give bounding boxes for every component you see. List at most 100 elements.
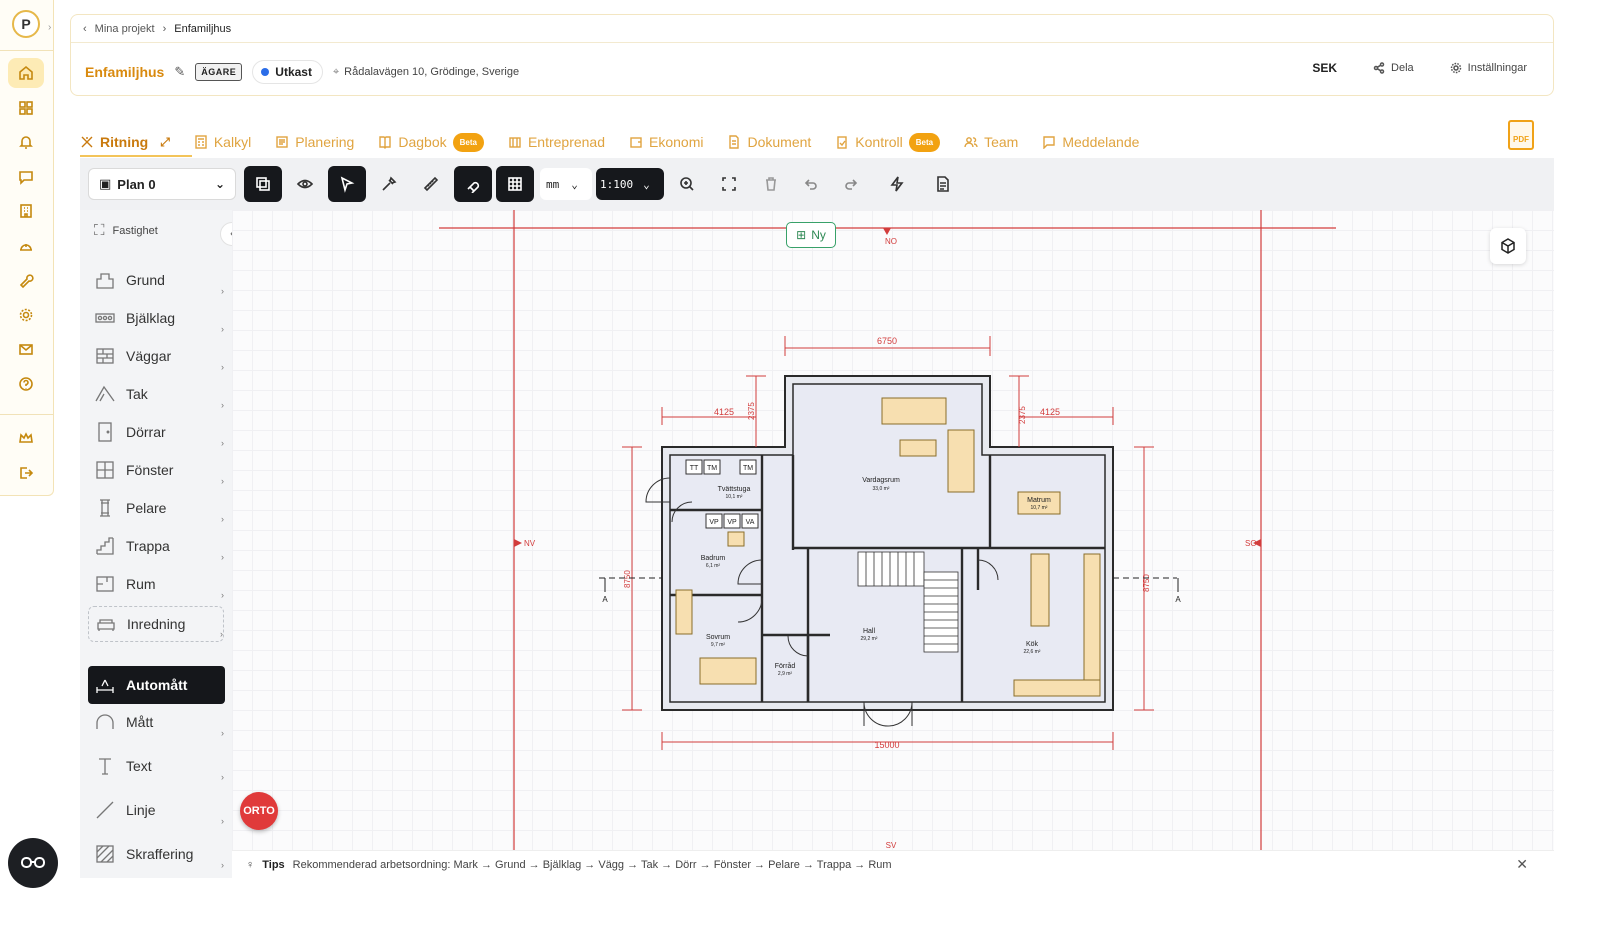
submenu-chevron-icon[interactable]: › — [221, 324, 224, 334]
redo-button[interactable] — [832, 166, 870, 202]
tool-text[interactable]: Text › — [88, 748, 224, 784]
assistant-avatar[interactable] — [8, 838, 58, 888]
back-chevron-icon[interactable]: ‹ — [83, 23, 87, 35]
tool-automatt[interactable]: Automått — [88, 666, 225, 704]
submenu-chevron-icon[interactable]: › — [221, 514, 224, 524]
home-icon[interactable] — [8, 58, 44, 88]
dashboard-icon[interactable] — [8, 93, 44, 123]
close-icon[interactable]: ✕ — [1516, 856, 1528, 873]
tool-vaggar[interactable]: Väggar › — [88, 338, 224, 374]
submenu-chevron-icon[interactable]: › — [221, 816, 224, 826]
tool-tak[interactable]: Tak › — [88, 376, 224, 412]
submenu-chevron-icon[interactable]: › — [221, 286, 224, 296]
tool-bjalklag[interactable]: Bjälklag › — [88, 300, 224, 336]
tab-label: Kalkyl — [213, 134, 252, 150]
tab-entreprenad[interactable]: Entreprenad — [508, 128, 605, 156]
delete-button[interactable] — [752, 166, 790, 202]
gear-icon[interactable] — [8, 300, 44, 330]
undo-button[interactable] — [792, 166, 830, 202]
help-icon[interactable] — [8, 369, 44, 399]
left-rail: P › — [0, 0, 54, 496]
submenu-chevron-icon[interactable]: › — [221, 476, 224, 486]
pdf-export-button[interactable]: PDF — [1508, 120, 1534, 150]
tool-trappa[interactable]: Trappa › — [88, 528, 224, 564]
tool-dorrar[interactable]: Dörrar › — [88, 414, 224, 450]
visibility-button[interactable] — [286, 166, 324, 202]
tab-planering[interactable]: Planering — [275, 128, 354, 156]
project-header: ‹ Mina projekt › Enfamiljhus Enfamiljhus… — [70, 14, 1554, 96]
grid-button[interactable] — [496, 166, 534, 202]
compass-east: SO — [1245, 539, 1257, 548]
tool-matt[interactable]: Mått › — [88, 704, 224, 740]
helmet-icon[interactable] — [8, 231, 44, 261]
plan-select[interactable]: ▣ Plan 0 ⌄ — [88, 168, 236, 200]
breadcrumb-parent[interactable]: Mina projekt — [95, 23, 155, 35]
tab-label: Dagbok — [398, 134, 447, 150]
share-button[interactable]: Dela — [1373, 62, 1414, 74]
eyedropper-button[interactable] — [370, 166, 408, 202]
settings-button[interactable]: Inställningar — [1450, 62, 1527, 74]
submenu-chevron-icon[interactable]: › — [221, 590, 224, 600]
room-vardagsrum: Vardagsrum — [862, 477, 900, 484]
wrench-icon[interactable] — [8, 265, 44, 295]
new-element-button[interactable]: ⊞ Ny — [786, 222, 836, 248]
tool-label: Pelare — [126, 500, 167, 516]
expand-icon[interactable]: ⤢ — [160, 135, 170, 150]
submenu-chevron-icon[interactable]: › — [221, 438, 224, 448]
compass-north: NO — [885, 237, 897, 246]
submenu-chevron-icon[interactable]: › — [221, 860, 224, 870]
mail-icon[interactable] — [8, 334, 44, 364]
tool-pelare[interactable]: Pelare › — [88, 490, 224, 526]
fit-view-button[interactable] — [710, 166, 748, 202]
chat-icon[interactable] — [8, 162, 44, 192]
report-button[interactable] — [924, 166, 962, 202]
logout-icon[interactable] — [8, 458, 44, 488]
submenu-chevron-icon[interactable]: › — [221, 728, 224, 738]
tab-team[interactable]: Team — [964, 128, 1018, 156]
tab-kontroll[interactable]: Kontroll Beta — [835, 128, 941, 156]
beta-badge: Beta — [452, 132, 484, 152]
status-pill[interactable]: Utkast — [252, 60, 323, 84]
submenu-chevron-icon[interactable]: › — [221, 400, 224, 410]
snap-button[interactable] — [454, 166, 492, 202]
tab-meddelande[interactable]: Meddelande — [1042, 128, 1139, 156]
floor-plan-icon: ▣ — [99, 176, 112, 191]
submenu-chevron-icon[interactable]: › — [221, 772, 224, 782]
submenu-chevron-icon[interactable]: › — [221, 552, 224, 562]
tool-grund[interactable]: Grund › — [88, 262, 224, 298]
crown-icon[interactable] — [8, 423, 44, 453]
quick-action-button[interactable] — [878, 166, 916, 202]
measure-button[interactable] — [412, 166, 450, 202]
status-dot — [261, 68, 270, 76]
header-actions: SEK Dela Inställningar — [1312, 61, 1527, 75]
scale-select[interactable]: 1:100 ⌄ — [596, 168, 664, 200]
orto-toggle-button[interactable]: ORTO — [240, 792, 278, 830]
tab-ritning[interactable]: Ritning ⤢ — [80, 128, 170, 156]
layers-button[interactable] — [244, 166, 282, 202]
fastighet-item[interactable]: ⛶ Fastighet — [94, 222, 158, 239]
edit-pencil-icon[interactable]: ✎ — [174, 64, 185, 80]
tab-dokument[interactable]: Dokument — [727, 128, 811, 156]
main-tabs: Ritning ⤢ Kalkyl Planering Dagbok Beta E… — [80, 128, 1139, 156]
tool-fonster[interactable]: Fönster › — [88, 452, 224, 488]
3d-view-button[interactable] — [1490, 228, 1526, 264]
unit-select[interactable]: mm ⌄ — [540, 168, 592, 200]
tab-dagbok[interactable]: Dagbok Beta — [378, 128, 484, 156]
rail-expand-icon[interactable]: › — [48, 22, 51, 33]
select-tool-button[interactable] — [328, 166, 366, 202]
tab-label: Ritning — [100, 134, 149, 150]
submenu-chevron-icon[interactable]: › — [220, 629, 223, 639]
tool-skraffering[interactable]: Skraffering › — [88, 836, 224, 872]
building-icon[interactable] — [8, 196, 44, 226]
tab-kalkyl[interactable]: Kalkyl — [194, 128, 251, 156]
submenu-chevron-icon[interactable]: › — [221, 362, 224, 372]
bell-icon[interactable] — [8, 127, 44, 157]
tool-rum[interactable]: Rum › — [88, 566, 224, 602]
tool-linje[interactable]: Linje › — [88, 792, 224, 828]
zoom-button[interactable] — [668, 166, 706, 202]
currency-button[interactable]: SEK — [1312, 61, 1337, 75]
drawing-canvas[interactable]: NO NV SO SV TT TM TM VP VP VA Vardagsrum… — [232, 210, 1554, 850]
app-logo[interactable]: P — [12, 10, 40, 38]
tool-inredning[interactable]: Inredning › — [88, 606, 224, 642]
tab-ekonomi[interactable]: Ekonomi — [629, 128, 703, 156]
